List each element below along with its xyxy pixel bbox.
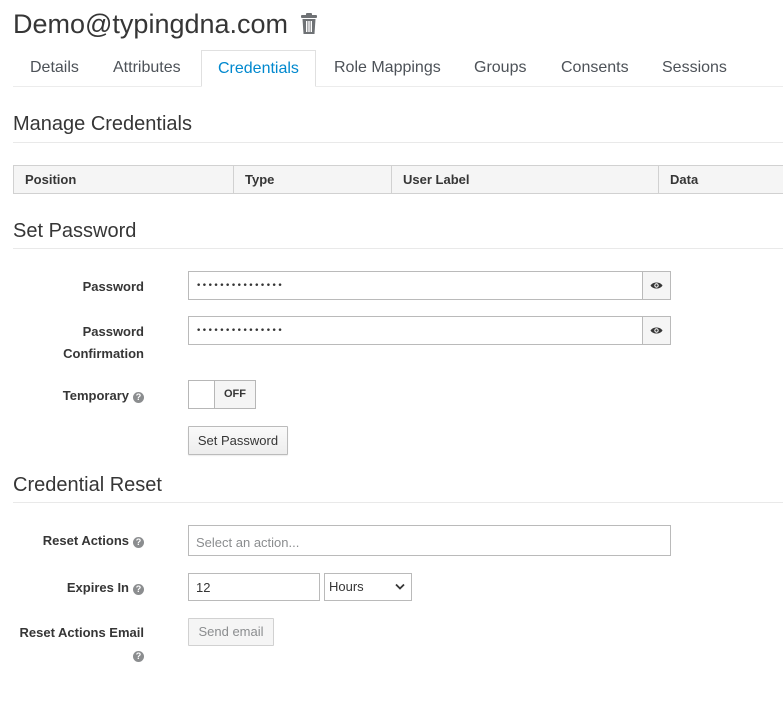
toggle-state: OFF [224, 388, 246, 400]
temporary-toggle[interactable]: OFF [188, 380, 256, 409]
help-icon[interactable]: ? [133, 584, 144, 595]
expires-in-label: Expires In? [20, 580, 144, 595]
temporary-label-text: Temporary [62, 388, 129, 403]
section-divider [13, 142, 783, 143]
chevron-down-icon [395, 583, 405, 590]
eye-icon [650, 282, 663, 289]
password-confirmation-label-line2: Confirmation [63, 346, 144, 361]
expires-in-input[interactable]: 12 [188, 573, 320, 601]
set-password-heading: Set Password [13, 220, 137, 242]
credentials-table-header: Position Type User Label Data [13, 165, 783, 194]
password-input[interactable]: ••••••••••••••• [188, 271, 643, 300]
trash-icon[interactable] [300, 13, 318, 35]
tab-credentials[interactable]: Credentials [201, 50, 316, 87]
tab-attributes[interactable]: Attributes [113, 50, 181, 87]
section-divider [13, 502, 783, 503]
temporary-label: Temporary? [20, 388, 144, 403]
manage-credentials-heading: Manage Credentials [13, 113, 192, 135]
page-title: Demo@typingdna.com [13, 9, 289, 39]
set-password-button[interactable]: Set Password [188, 426, 288, 455]
expires-unit-value: Hours [329, 579, 364, 594]
column-position[interactable]: Position [14, 166, 234, 193]
tab-role-mappings[interactable]: Role Mappings [334, 50, 441, 87]
password-reveal-button[interactable] [642, 271, 671, 300]
tab-sessions[interactable]: Sessions [662, 50, 727, 87]
help-icon[interactable]: ? [133, 651, 144, 662]
toggle-knob [189, 381, 215, 408]
expires-unit-select[interactable]: Hours [324, 573, 412, 601]
reset-actions-label: Reset Actions? [20, 533, 144, 548]
tab-groups[interactable]: Groups [474, 50, 526, 87]
credential-reset-heading: Credential Reset [13, 474, 162, 496]
help-icon[interactable]: ? [133, 392, 144, 403]
password-confirmation-input[interactable]: ••••••••••••••• [188, 316, 643, 345]
expires-in-label-text: Expires In [66, 580, 129, 595]
confirmation-reveal-button[interactable] [642, 316, 671, 345]
section-divider [13, 248, 783, 249]
password-label: Password [82, 279, 144, 294]
help-icon[interactable]: ? [133, 537, 144, 548]
reset-actions-email-label: Reset Actions Email [19, 625, 144, 640]
send-email-button[interactable]: Send email [188, 618, 274, 646]
column-data[interactable]: Data [659, 166, 783, 193]
column-user-label[interactable]: User Label [392, 166, 659, 193]
reset-actions-email-help: ? [10, 647, 144, 662]
tab-consents[interactable]: Consents [561, 50, 629, 87]
column-type[interactable]: Type [234, 166, 392, 193]
reset-actions-select[interactable]: Select an action... [188, 525, 671, 556]
tab-details[interactable]: Details [30, 50, 79, 87]
password-confirmation-label-line1: Password [82, 324, 144, 339]
eye-icon [650, 327, 663, 334]
reset-actions-label-text: Reset Actions [42, 533, 129, 548]
